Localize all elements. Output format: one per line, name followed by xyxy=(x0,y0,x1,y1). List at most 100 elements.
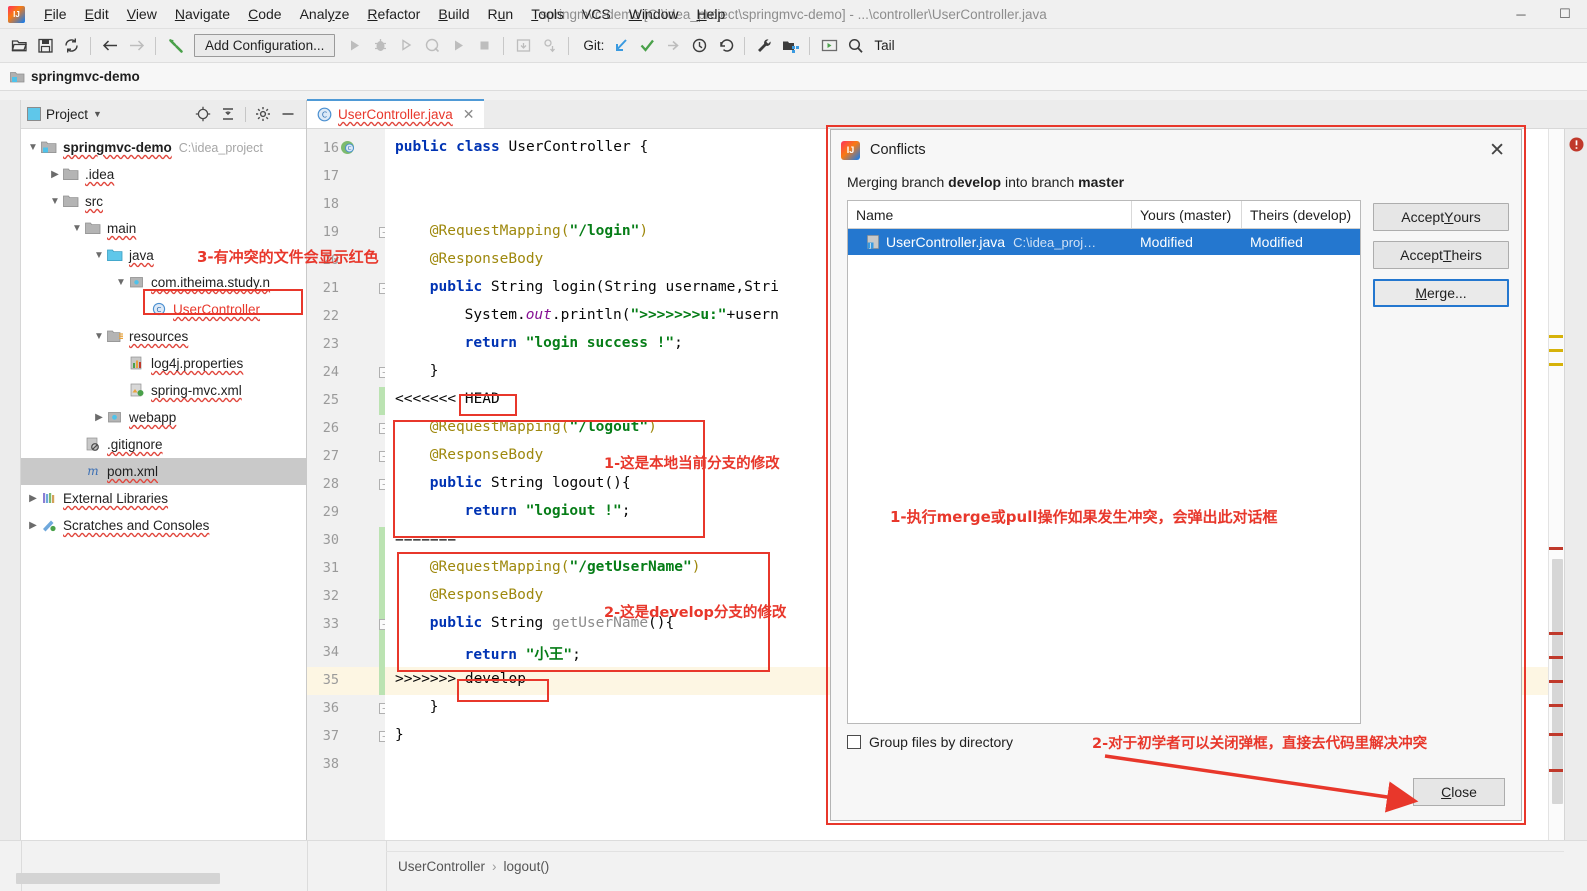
maximize-button[interactable]: ☐ xyxy=(1543,0,1587,29)
tree-item-resources[interactable]: ▼ resources xyxy=(21,323,306,350)
tree-item-main[interactable]: ▼ main xyxy=(21,215,306,242)
chevron-down-icon[interactable]: ▼ xyxy=(25,142,41,153)
tree-item-scratches-and-consoles[interactable]: ▶ Scratches and Consoles xyxy=(21,512,306,539)
tree-item-log4j-properties[interactable]: log4j.properties xyxy=(21,350,306,377)
tree-item-label: com.itheima.study.n xyxy=(151,275,271,290)
column-header-yours[interactable]: Yours (master) xyxy=(1132,201,1242,228)
error-marker[interactable] xyxy=(1549,547,1563,550)
error-marker[interactable] xyxy=(1549,656,1563,659)
menu-item-code[interactable]: Code xyxy=(239,4,290,24)
tree-item-src[interactable]: ▼ src xyxy=(21,188,306,215)
menu-item-analyze[interactable]: Analyze xyxy=(291,4,359,24)
editor-gutter[interactable]: 16171819−2021−222324−2526−27−28−29303132… xyxy=(307,129,390,840)
chevron-down-icon[interactable]: ▼ xyxy=(69,223,85,234)
breadcrumb-method[interactable]: logout() xyxy=(504,859,550,874)
warning-marker[interactable] xyxy=(1549,335,1563,338)
error-marker[interactable] xyxy=(1549,680,1563,683)
menu-item-navigate[interactable]: Navigate xyxy=(166,4,239,24)
checkbox-box[interactable] xyxy=(847,735,861,749)
warning-marker[interactable] xyxy=(1549,363,1563,366)
add-configuration-button[interactable]: Add Configuration... xyxy=(194,34,336,57)
menu-item-run[interactable]: Run xyxy=(479,4,523,24)
git-pull-icon[interactable] xyxy=(608,33,634,59)
chevron-down-icon[interactable]: ▼ xyxy=(47,196,63,207)
settings-wrench-icon[interactable] xyxy=(751,33,777,59)
revert-icon[interactable] xyxy=(712,33,738,59)
merge-button[interactable]: Merge... xyxy=(1373,279,1509,307)
history-clock-icon[interactable] xyxy=(686,33,712,59)
file-path-label: C:\idea_proj… xyxy=(1013,234,1097,250)
spring-bean-gutter-icon[interactable]: C xyxy=(339,139,356,159)
menu-item-view[interactable]: View xyxy=(118,4,166,24)
chevron-down-icon[interactable]: ▼ xyxy=(113,277,129,288)
editor-tab-usercontroller[interactable]: C UserController.java ✕ xyxy=(307,99,484,128)
chevron-right-icon[interactable]: ▶ xyxy=(47,169,63,180)
tree-item--gitignore[interactable]: .gitignore xyxy=(21,431,306,458)
chevron-right-icon[interactable]: ▶ xyxy=(25,520,41,531)
chevron-right-icon[interactable]: ▶ xyxy=(91,412,107,423)
project-structure-icon[interactable] xyxy=(777,33,803,59)
menu-item-help[interactable]: Help xyxy=(688,4,735,24)
conflicts-table[interactable]: Name Yours (master) Theirs (develop) J U… xyxy=(847,200,1361,724)
error-count-badge[interactable] xyxy=(1569,137,1584,155)
resources-folder-icon xyxy=(107,329,124,344)
code-token: ; xyxy=(674,335,683,351)
target-icon[interactable] xyxy=(195,106,211,122)
table-row[interactable]: J UserController.java C:\idea_proj… Modi… xyxy=(848,229,1360,255)
highlight-box-head-marker xyxy=(459,394,517,416)
menu-item-tools[interactable]: Tools xyxy=(522,4,573,24)
menu-item-vcs[interactable]: VCS xyxy=(573,4,620,24)
navbar-project-name[interactable]: springmvc-demo xyxy=(31,69,140,84)
save-icon[interactable] xyxy=(32,33,58,59)
column-header-theirs[interactable]: Theirs (develop) xyxy=(1242,201,1360,228)
accept-yours-button[interactable]: Accept Yours xyxy=(1373,203,1509,231)
error-marker[interactable] xyxy=(1549,733,1563,736)
minimize-button[interactable]: ─ xyxy=(1499,0,1543,29)
collapse-all-icon[interactable] xyxy=(220,106,236,122)
error-marker[interactable] xyxy=(1549,704,1563,707)
menu-item-refactor[interactable]: Refactor xyxy=(358,4,429,24)
tail-label[interactable]: Tail xyxy=(874,38,894,53)
chevron-down-icon[interactable]: ▼ xyxy=(93,109,102,119)
error-marker[interactable] xyxy=(1549,769,1563,772)
build-hammer-icon[interactable] xyxy=(162,33,188,59)
breadcrumb-class[interactable]: UserController xyxy=(398,859,485,874)
chevron-down-icon[interactable]: ▼ xyxy=(91,250,107,261)
minus-icon[interactable] xyxy=(280,106,296,122)
close-button[interactable]: Close xyxy=(1413,778,1505,806)
tree-item-webapp[interactable]: ▶ webapp xyxy=(21,404,306,431)
menu-item-window[interactable]: Window xyxy=(620,4,688,24)
tree-item--idea[interactable]: ▶ .idea xyxy=(21,161,306,188)
line-number: 27 xyxy=(322,448,339,464)
search-icon[interactable] xyxy=(842,33,868,59)
warning-marker[interactable] xyxy=(1549,349,1563,352)
error-stripe[interactable] xyxy=(1548,129,1564,840)
highlight-box-usercontroller-tree xyxy=(143,289,303,315)
menu-item-file[interactable]: File xyxy=(35,4,76,24)
open-icon[interactable] xyxy=(6,33,32,59)
accept-theirs-button[interactable]: Accept Theirs xyxy=(1373,241,1509,269)
tree-item-springmvc-demo[interactable]: ▼ springmvc-demo C:\idea_project xyxy=(21,134,306,161)
close-icon[interactable]: ✕ xyxy=(463,106,475,123)
git-commit-check-icon[interactable] xyxy=(634,33,660,59)
project-title-group[interactable]: Project ▼ xyxy=(27,107,102,122)
back-arrow-icon[interactable] xyxy=(97,33,123,59)
column-header-name[interactable]: Name xyxy=(848,201,1132,228)
tail-run-icon[interactable] xyxy=(816,33,842,59)
tree-item-external-libraries[interactable]: ▶ External Libraries xyxy=(21,485,306,512)
spring-xml-icon xyxy=(129,383,146,398)
chevron-right-icon[interactable]: ▶ xyxy=(25,493,41,504)
sync-icon[interactable] xyxy=(58,33,84,59)
project-tree[interactable]: ▼ springmvc-demo C:\idea_project ▶ .idea ▼ src… xyxy=(21,129,306,840)
menu-item-edit[interactable]: Edit xyxy=(76,4,118,24)
close-icon[interactable]: ✕ xyxy=(1483,139,1511,162)
error-marker[interactable] xyxy=(1549,632,1563,635)
tree-item-spring-mvc-xml[interactable]: spring-mvc.xml xyxy=(21,377,306,404)
cell-file-name: J UserController.java C:\idea_proj… xyxy=(848,234,1132,250)
gear-icon[interactable] xyxy=(255,106,271,122)
intellij-idea-logo-icon xyxy=(8,5,25,23)
tree-item-pom-xml[interactable]: m pom.xml xyxy=(21,458,306,485)
chevron-down-icon[interactable]: ▼ xyxy=(91,331,107,342)
horizontal-scrollbar[interactable] xyxy=(16,873,220,884)
menu-item-build[interactable]: Build xyxy=(429,4,478,24)
